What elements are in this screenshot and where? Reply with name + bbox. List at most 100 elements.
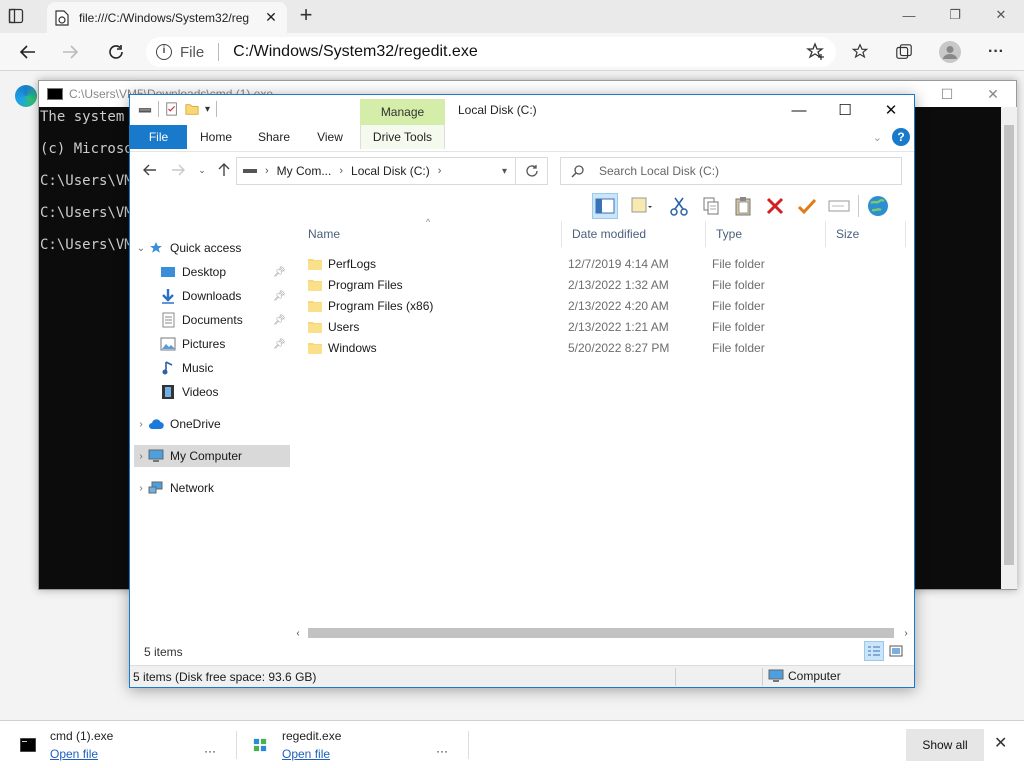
- scroll-right-icon[interactable]: ›: [898, 625, 914, 641]
- download-item[interactable]: regedit.exe Open file: [252, 727, 341, 763]
- forward-button[interactable]: [56, 38, 84, 66]
- close-icon[interactable]: ✕: [868, 95, 914, 125]
- paste-button[interactable]: [730, 193, 756, 219]
- tab-view[interactable]: View: [308, 125, 352, 149]
- back-button[interactable]: [14, 38, 42, 66]
- forward-arrow-icon[interactable]: [168, 160, 188, 180]
- close-icon[interactable]: ✕: [994, 733, 1007, 753]
- sidebar-item-my-computer[interactable]: › My Computer: [134, 445, 290, 467]
- settings-more-button[interactable]: ···: [982, 38, 1010, 66]
- horizontal-scrollbar[interactable]: ‹ ›: [290, 625, 914, 641]
- close-icon[interactable]: ✕: [970, 81, 1016, 107]
- large-icons-view-icon[interactable]: [886, 641, 906, 661]
- tab-actions-icon[interactable]: [8, 8, 26, 26]
- refresh-button[interactable]: [516, 157, 548, 185]
- new-folder-icon[interactable]: [185, 101, 199, 117]
- help-icon[interactable]: ?: [892, 128, 910, 146]
- back-arrow-icon[interactable]: [140, 160, 160, 180]
- favorites-button[interactable]: [846, 38, 874, 66]
- open-file-link[interactable]: Open file: [282, 747, 341, 761]
- minimize-icon[interactable]: —: [886, 0, 932, 30]
- rename-button[interactable]: [826, 193, 852, 219]
- restore-icon[interactable]: ❐: [932, 0, 978, 30]
- sidebar-item-onedrive[interactable]: › OneDrive: [134, 413, 220, 435]
- tab-close-button[interactable]: ✕: [263, 9, 279, 26]
- sidebar-item-videos[interactable]: Videos: [160, 381, 218, 403]
- drive-icon[interactable]: [138, 101, 152, 117]
- search-input[interactable]: Search Local Disk (C:): [560, 157, 902, 185]
- info-icon[interactable]: i: [156, 44, 172, 60]
- table-row[interactable]: Users 2/13/2022 1:21 AM File folder: [298, 316, 914, 337]
- up-arrow-icon[interactable]: [214, 160, 234, 180]
- properties-button[interactable]: [794, 193, 820, 219]
- maximize-icon[interactable]: ☐: [822, 95, 868, 125]
- breadcrumb-item-local-disk[interactable]: Local Disk (C:): [351, 164, 430, 178]
- recent-locations-icon[interactable]: ⌄: [192, 160, 212, 180]
- details-view-icon[interactable]: [864, 641, 884, 661]
- chevron-right-icon[interactable]: ›: [134, 451, 148, 462]
- sidebar-item-network[interactable]: › Network: [134, 477, 214, 499]
- collections-button[interactable]: [890, 38, 918, 66]
- download-more-button[interactable]: ···: [204, 733, 216, 768]
- chevron-right-icon[interactable]: ›: [265, 165, 269, 177]
- download-more-button[interactable]: ···: [436, 733, 448, 768]
- pin-icon[interactable]: 📌︎: [273, 291, 286, 302]
- address-url[interactable]: C:/Windows/System32/regedit.exe: [233, 43, 806, 61]
- chevron-right-icon[interactable]: ›: [134, 483, 148, 494]
- column-header-name[interactable]: Name: [298, 221, 562, 247]
- chevron-down-icon[interactable]: ▾: [502, 166, 507, 177]
- sidebar-item-downloads[interactable]: Downloads: [160, 285, 241, 307]
- table-row[interactable]: Program Files (x86) 2/13/2022 4:20 AM Fi…: [298, 295, 914, 316]
- column-header-type[interactable]: Type: [706, 221, 826, 247]
- show-all-button[interactable]: Show all: [906, 729, 984, 761]
- minimize-icon[interactable]: —: [776, 95, 822, 125]
- sidebar-item-music[interactable]: Music: [160, 357, 213, 379]
- add-favorite-icon[interactable]: [806, 42, 826, 62]
- sidebar-item-quick-access[interactable]: ⌄ Quick access: [134, 237, 242, 259]
- new-tab-button[interactable]: +: [294, 4, 318, 28]
- tab-home[interactable]: Home: [192, 125, 240, 149]
- close-icon[interactable]: ✕: [978, 0, 1024, 30]
- chevron-right-icon[interactable]: ›: [339, 165, 343, 177]
- cmd-scrollbar[interactable]: [1001, 107, 1017, 589]
- scrollbar-thumb[interactable]: [1004, 125, 1014, 565]
- sidebar-item-desktop[interactable]: Desktop: [160, 261, 226, 283]
- sidebar-item-documents[interactable]: Documents: [160, 309, 243, 331]
- scrollbar-thumb[interactable]: [308, 628, 894, 638]
- properties-icon[interactable]: [165, 101, 179, 117]
- pin-icon[interactable]: 📌︎: [273, 315, 286, 326]
- address-bar[interactable]: i File C:/Windows/System32/regedit.exe: [146, 37, 836, 67]
- copy-button[interactable]: [698, 193, 724, 219]
- pin-icon[interactable]: 📌︎: [273, 339, 286, 350]
- profile-button[interactable]: [936, 38, 964, 66]
- breadcrumb-item-my-computer[interactable]: My Com...: [277, 164, 332, 178]
- cut-button[interactable]: [666, 193, 692, 219]
- qat-dropdown-icon[interactable]: ▾: [205, 104, 210, 115]
- pin-icon[interactable]: 📌︎: [273, 267, 286, 278]
- table-row[interactable]: PerfLogs 12/7/2019 4:14 AM File folder: [298, 253, 914, 274]
- browser-tab[interactable]: file:///C:/Windows/System32/reg ✕: [47, 2, 287, 33]
- tab-drive-tools[interactable]: Drive Tools: [360, 125, 445, 149]
- tab-share[interactable]: Share: [250, 125, 298, 149]
- column-header-date[interactable]: Date modified: [562, 221, 706, 247]
- column-header-size[interactable]: Size: [826, 221, 906, 247]
- views-button[interactable]: [624, 193, 660, 219]
- download-item[interactable]: cmd (1).exe Open file: [20, 727, 113, 763]
- sidebar-item-pictures[interactable]: Pictures: [160, 333, 225, 355]
- preview-pane-button[interactable]: [592, 193, 618, 219]
- delete-button[interactable]: [762, 193, 788, 219]
- tab-file[interactable]: File: [130, 125, 187, 149]
- maximize-icon[interactable]: ☐: [924, 81, 970, 107]
- open-file-link[interactable]: Open file: [50, 747, 113, 761]
- explorer-window[interactable]: ▾ Manage Local Disk (C:) — ☐ ✕ File Home…: [129, 94, 915, 688]
- table-row[interactable]: Windows 5/20/2022 8:27 PM File folder: [298, 337, 914, 358]
- scroll-left-icon[interactable]: ‹: [290, 625, 306, 641]
- refresh-button[interactable]: [102, 38, 130, 66]
- expand-ribbon-icon[interactable]: ⌄: [873, 131, 882, 144]
- chevron-right-icon[interactable]: ›: [438, 165, 442, 177]
- chevron-right-icon[interactable]: ›: [134, 419, 148, 430]
- chevron-down-icon[interactable]: ⌄: [134, 243, 148, 254]
- breadcrumb[interactable]: › My Com... › Local Disk (C:) › ▾: [236, 157, 516, 185]
- internet-button[interactable]: [865, 193, 891, 219]
- table-row[interactable]: Program Files 2/13/2022 1:32 AM File fol…: [298, 274, 914, 295]
